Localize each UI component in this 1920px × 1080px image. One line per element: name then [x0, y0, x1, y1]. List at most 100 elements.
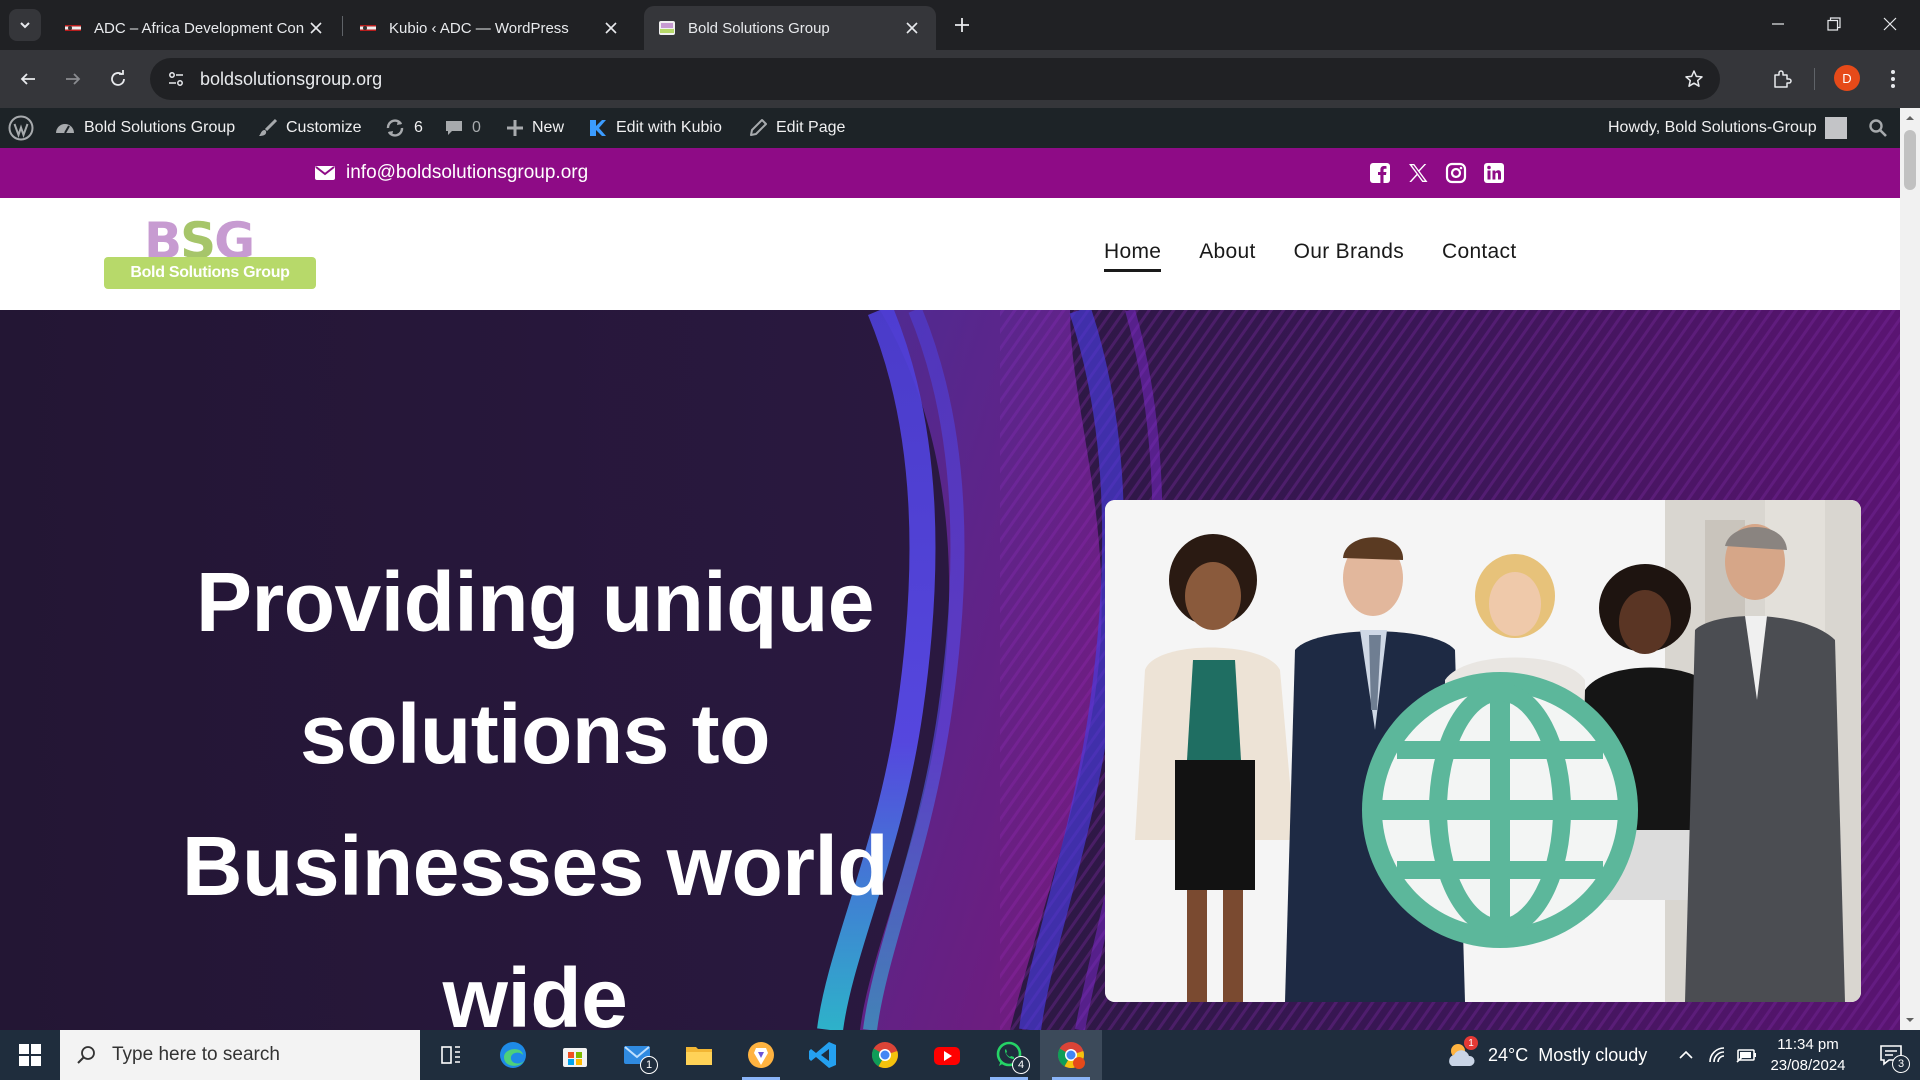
back-button[interactable] — [12, 63, 44, 95]
folder-icon — [686, 1047, 712, 1065]
system-clock[interactable]: 11:34 pm 23/08/2024 — [1760, 1034, 1856, 1076]
wp-new-label: New — [532, 119, 565, 136]
browser-tab-kubio[interactable]: Kubio ‹ ADC — WordPress — [345, 6, 635, 50]
wp-logo-menu[interactable] — [8, 108, 34, 148]
social-links — [1368, 161, 1506, 185]
close-icon — [1883, 17, 1897, 31]
site-settings-icon[interactable] — [156, 58, 196, 100]
nav-item-our-brands[interactable]: Our Brands — [1294, 240, 1404, 268]
bookmark-star-icon[interactable] — [1674, 58, 1714, 100]
mail-badge: 1 — [640, 1056, 658, 1074]
bsg-favicon-icon — [659, 21, 675, 35]
toolbar-divider — [1814, 68, 1815, 90]
tab-title: Bold Solutions Group — [688, 19, 830, 37]
url-text[interactable]: boldsolutionsgroup.org — [200, 69, 1674, 90]
close-icon[interactable] — [306, 18, 326, 38]
envelope-icon — [315, 166, 335, 180]
page-scrollbar[interactable] — [1900, 108, 1920, 1030]
minimize-icon — [1772, 23, 1784, 25]
taskbar-search-box[interactable]: Type here to search — [60, 1030, 420, 1080]
weather-temp: 24°C — [1488, 1044, 1529, 1065]
close-window-button[interactable] — [1862, 0, 1918, 48]
taskbar-app-chrome-profile[interactable] — [1040, 1030, 1102, 1080]
nav-item-contact[interactable]: Contact — [1442, 240, 1516, 268]
close-icon[interactable] — [601, 18, 621, 38]
wp-comments[interactable]: 0 — [444, 108, 481, 148]
extensions-button[interactable] — [1766, 63, 1798, 95]
browser-tab-strip: ADC – Africa Development Con Kubio ‹ ADC… — [0, 0, 1920, 50]
scroll-down-arrow-icon[interactable] — [1905, 1015, 1915, 1025]
minimize-button[interactable] — [1750, 0, 1806, 48]
wp-search[interactable] — [1868, 108, 1888, 148]
browser-tab-bsg[interactable]: Bold Solutions Group — [644, 6, 936, 50]
task-view-button[interactable] — [420, 1030, 482, 1080]
linkedin-icon[interactable] — [1482, 161, 1506, 185]
taskbar-app-brave[interactable] — [730, 1030, 792, 1080]
updates-icon — [386, 119, 404, 137]
taskbar-app-vscode[interactable] — [792, 1030, 854, 1080]
taskbar-app-mail[interactable]: 1 — [606, 1030, 668, 1080]
chrome-profile-icon — [1057, 1042, 1085, 1069]
reload-button[interactable] — [102, 63, 134, 95]
weather-cloudy-icon: 1 — [1444, 1036, 1478, 1072]
site-logo[interactable]: BSG Bold Solutions Group — [104, 213, 316, 289]
browser-menu-button[interactable] — [1877, 63, 1909, 95]
close-icon[interactable] — [902, 18, 922, 38]
new-tab-button[interactable] — [949, 12, 975, 38]
windows-taskbar: Type here to search 1 4 1 24°C Mostly cl… — [0, 1030, 1920, 1080]
address-bar[interactable]: boldsolutionsgroup.org — [150, 58, 1720, 100]
task-view-icon — [441, 1046, 460, 1064]
chevron-down-icon — [20, 22, 30, 29]
paintbrush-icon — [259, 118, 278, 136]
taskbar-app-chrome[interactable] — [854, 1030, 916, 1080]
wp-edit-with-kubio-label: Edit with Kubio — [616, 119, 722, 136]
arrow-left-icon — [20, 73, 35, 85]
kubio-logo-icon — [590, 120, 606, 136]
chevron-up-icon — [1679, 1050, 1693, 1059]
site-favicon-icon — [65, 25, 81, 31]
show-hidden-icons-button[interactable] — [1672, 1030, 1700, 1080]
start-button[interactable] — [0, 1030, 60, 1080]
whatsapp-badge: 4 — [1012, 1056, 1030, 1074]
tab-separator — [342, 16, 343, 36]
wp-edit-page[interactable]: Edit Page — [748, 108, 845, 148]
nav-item-about[interactable]: About — [1199, 240, 1255, 268]
taskbar-app-edge[interactable] — [482, 1030, 544, 1080]
site-header: BSG Bold Solutions Group Home About Our … — [0, 198, 1900, 310]
profile-avatar[interactable]: D — [1834, 65, 1860, 91]
taskbar-app-youtube[interactable] — [916, 1030, 978, 1080]
tab-search-button[interactable] — [9, 9, 41, 41]
network-button[interactable] — [1702, 1030, 1732, 1080]
hero-section: Providing unique solutions to Businesses… — [0, 310, 1900, 1030]
vscode-icon — [809, 1042, 836, 1068]
battery-icon — [1736, 1049, 1756, 1063]
taskbar-app-file-explorer[interactable] — [668, 1030, 730, 1080]
wordpress-logo-icon — [8, 115, 34, 141]
wp-new-content[interactable]: New — [506, 108, 564, 148]
browser-toolbar: boldsolutionsgroup.org D — [0, 50, 1920, 108]
wp-my-account[interactable]: Howdy, Bold Solutions-Group — [1608, 108, 1847, 148]
search-icon — [60, 1045, 112, 1065]
wp-updates[interactable]: 6 — [384, 108, 423, 148]
wp-customize[interactable]: Customize — [258, 108, 362, 148]
contact-email-link[interactable]: info@boldsolutionsgroup.org — [314, 148, 588, 198]
notification-center-button[interactable]: 3 — [1862, 1030, 1920, 1080]
forward-button[interactable] — [57, 63, 89, 95]
pencil-icon — [750, 119, 767, 136]
x-icon[interactable] — [1406, 161, 1430, 185]
scroll-up-arrow-icon[interactable] — [1905, 113, 1915, 123]
wp-edit-with-kubio[interactable]: Edit with Kubio — [588, 108, 722, 148]
facebook-icon[interactable] — [1368, 161, 1392, 185]
restore-icon — [1827, 17, 1841, 31]
instagram-icon[interactable] — [1444, 161, 1468, 185]
wp-site-name[interactable]: Bold Solutions Group — [54, 108, 235, 148]
restore-button[interactable] — [1806, 0, 1862, 48]
taskbar-app-store[interactable] — [544, 1030, 606, 1080]
taskbar-app-whatsapp[interactable]: 4 — [978, 1030, 1040, 1080]
arrow-right-icon — [66, 73, 81, 85]
scrollbar-thumb[interactable] — [1904, 130, 1916, 190]
battery-button[interactable] — [1732, 1030, 1762, 1080]
browser-tab-adc[interactable]: ADC – Africa Development Con — [50, 6, 340, 50]
weather-widget[interactable]: 1 24°C Mostly cloudy — [1444, 1030, 1647, 1080]
nav-item-home[interactable]: Home — [1104, 240, 1162, 272]
